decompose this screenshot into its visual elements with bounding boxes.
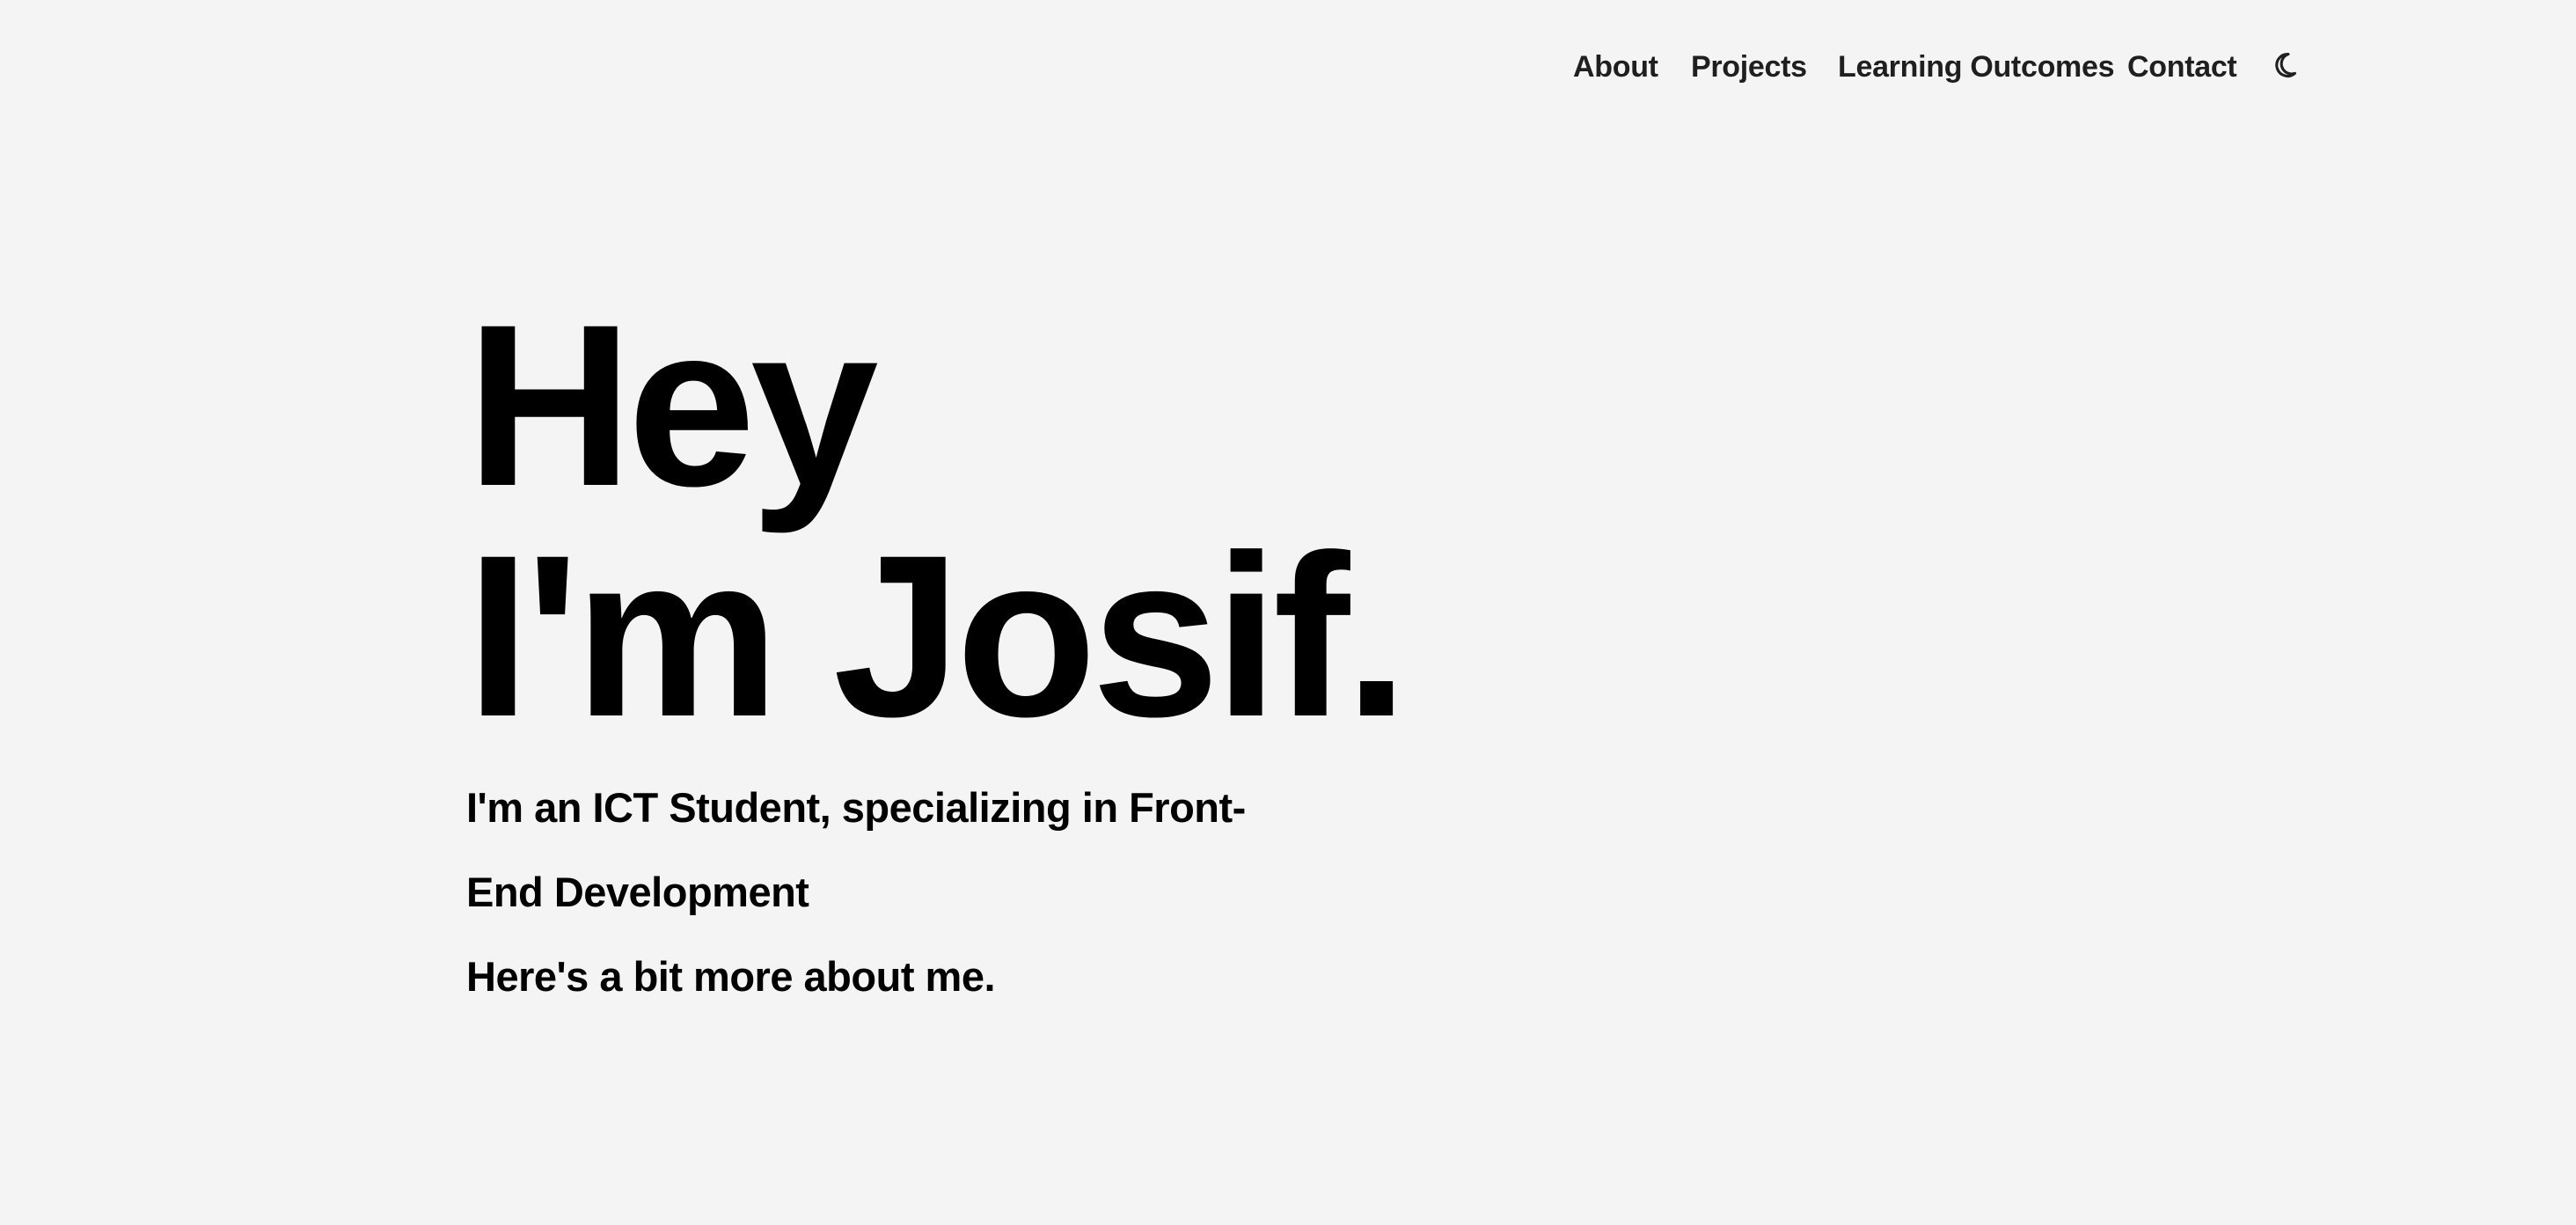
hero-title-line-1: Hey [466,276,879,534]
top-navigation: About Projects Learning Outcomes Contact [0,0,2576,132]
moon-icon [2269,50,2299,83]
hero-title: Hey I'm Josif. [466,290,1786,752]
nav-link-contact[interactable]: Contact [2127,48,2237,86]
theme-toggle-button[interactable] [2265,48,2302,84]
hero-title-line-2: I'm Josif. [466,507,1409,765]
nav-link-about[interactable]: About [1573,48,1658,86]
hero-more-text: Here's a bit more about me. [466,953,996,1000]
nav-link-projects[interactable]: Projects [1691,48,1807,86]
hero-section: Hey I'm Josif. I'm an ICT Student, speci… [466,290,1786,1001]
hero-subtitle: I'm an ICT Student, specializing in Fron… [466,784,1246,915]
nav-link-learning-outcomes[interactable]: Learning Outcomes [1838,48,2114,86]
